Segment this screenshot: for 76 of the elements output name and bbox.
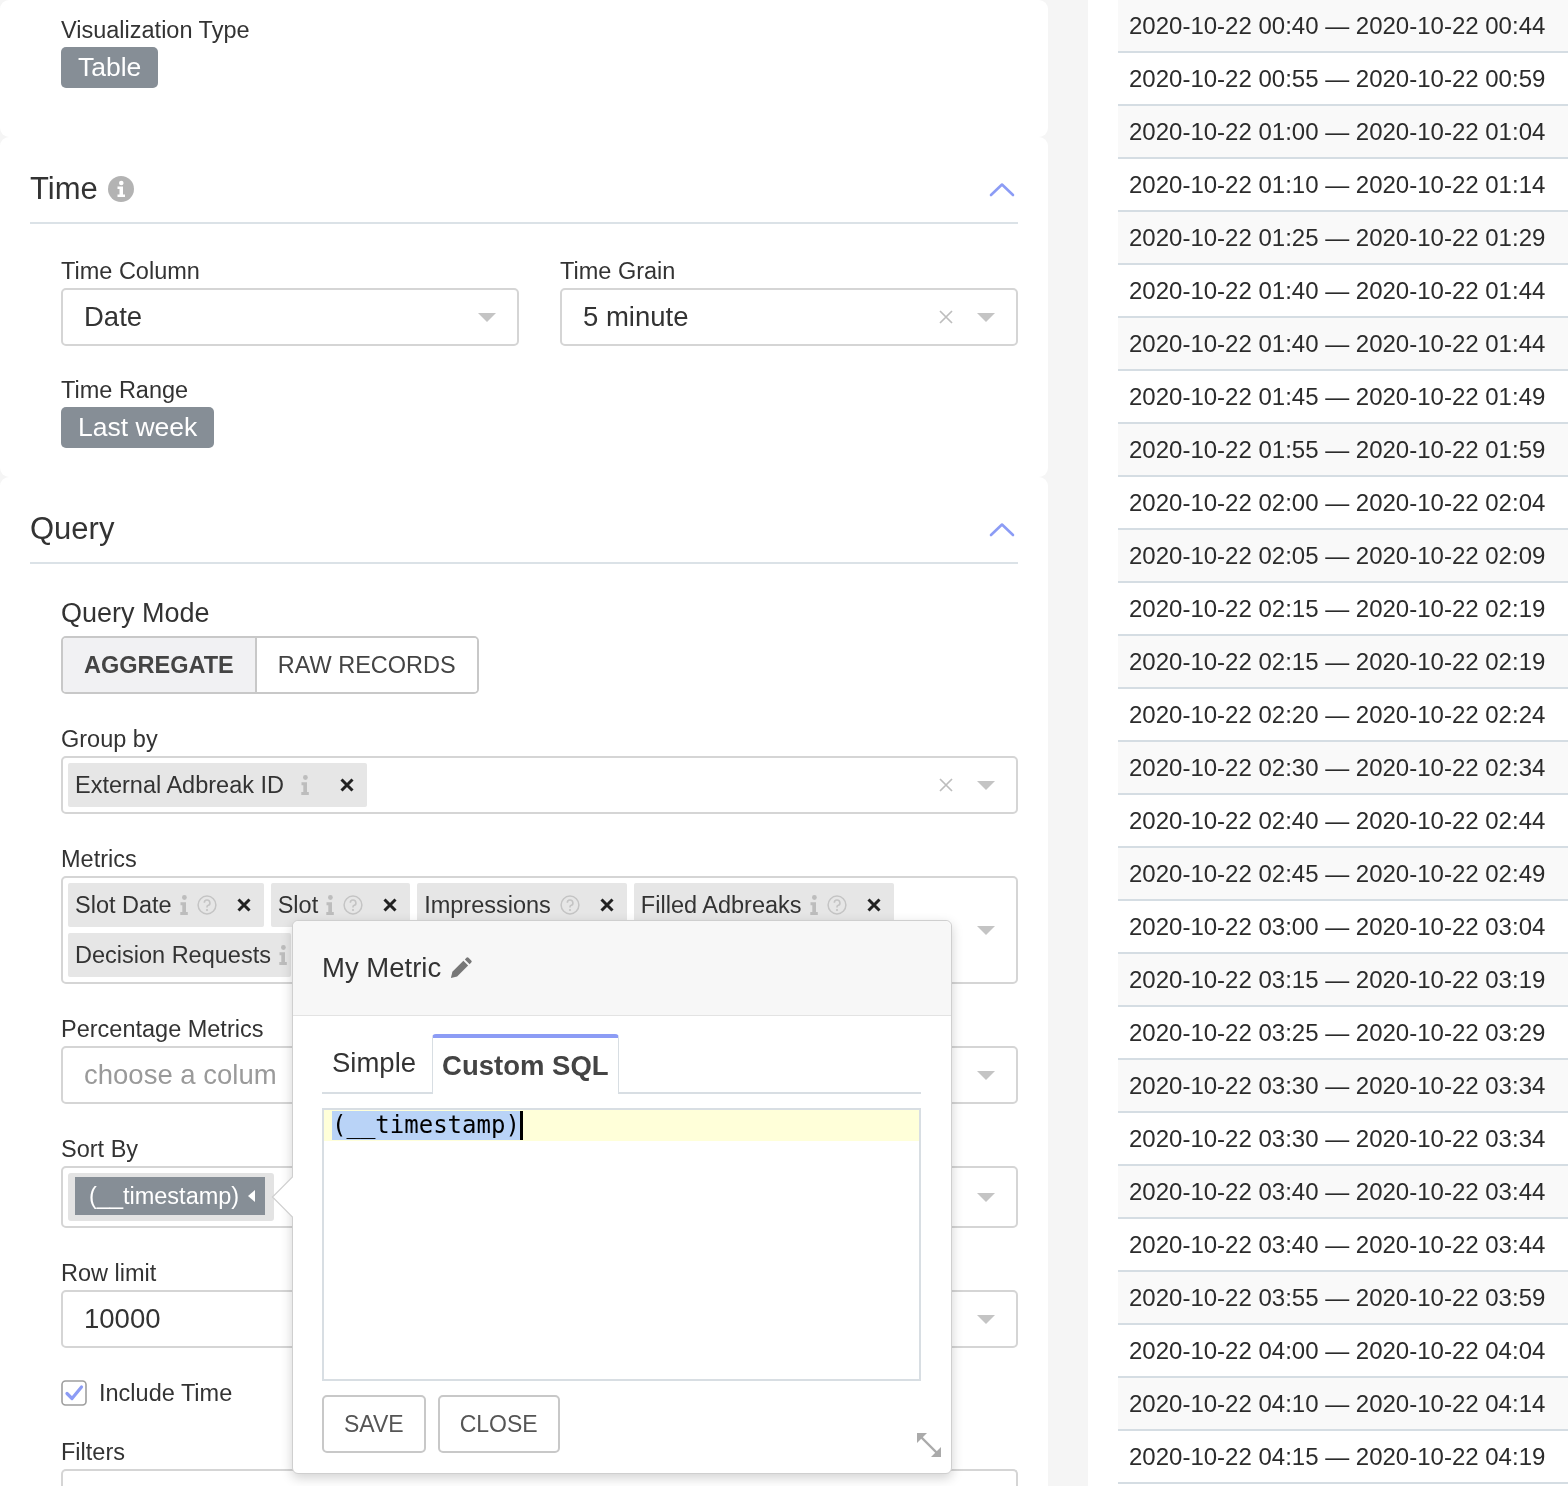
remove-icon[interactable] (236, 898, 251, 912)
caret-down-icon[interactable] (478, 312, 496, 322)
popover-title: My Metric (322, 951, 442, 985)
metric-tag[interactable]: Slot Date (68, 883, 264, 927)
table-cell: 2020-10-22 03:15 — 2020-10-22 03:19 (1118, 954, 1568, 1007)
caret-left-icon (248, 1190, 256, 1202)
table-cell: 2020-10-22 01:25 — 2020-10-22 01:29 (1118, 212, 1568, 265)
field-label: Filters (61, 1438, 125, 1466)
sql-text: (__timestamp) (332, 1111, 520, 1140)
text-cursor-icon (519, 1111, 523, 1140)
tag-label: (__timestamp) (89, 1182, 240, 1210)
section-title: Query (30, 510, 115, 548)
resize-icon[interactable] (917, 1433, 941, 1457)
query-mode-button[interactable]: RAW RECORDS (254, 638, 477, 692)
clear-icon[interactable] (939, 310, 953, 324)
remove-icon[interactable] (599, 898, 614, 912)
field-label: Time Column (61, 257, 200, 285)
caret-down-icon[interactable] (977, 1070, 995, 1080)
remove-icon[interactable] (340, 778, 354, 792)
checkbox[interactable] (61, 1380, 87, 1406)
pencil-icon[interactable] (450, 957, 473, 979)
tag-label: Impressions (424, 891, 551, 919)
select-value: 5 minute (583, 300, 689, 334)
table-cell: 2020-10-22 03:30 — 2020-10-22 03:34 (1118, 1060, 1568, 1113)
table-cell: 2020-10-22 02:45 — 2020-10-22 02:49 (1118, 848, 1568, 901)
table-cell: 2020-10-22 01:55 — 2020-10-22 01:59 (1118, 424, 1568, 477)
tag-label: Slot Date (75, 891, 172, 919)
remove-icon[interactable] (383, 898, 398, 912)
placeholder-text: choose a colum (84, 1058, 277, 1092)
field-label: Time Range (61, 376, 189, 404)
table-cell: 2020-10-22 03:55 — 2020-10-22 03:59 (1118, 1272, 1568, 1325)
field-label: Visualization Type (61, 16, 250, 44)
sql-editor[interactable]: (__timestamp) (322, 1108, 921, 1381)
chevron-up-icon[interactable] (989, 521, 1015, 537)
select-value: 10000 (84, 1302, 161, 1336)
query-mode-button[interactable]: AGGREGATE (63, 638, 255, 692)
field-label: Row limit (61, 1259, 157, 1287)
metric-tag[interactable]: Decision Requests (68, 933, 291, 977)
checkbox-label: Include Time (99, 1379, 233, 1407)
field-label: Percentage Metrics (61, 1015, 264, 1043)
section-title: Time (30, 170, 98, 208)
tag-label: External Adbreak ID (75, 771, 284, 799)
caret-down-icon[interactable] (977, 1314, 995, 1324)
table-cell: 2020-10-22 01:40 — 2020-10-22 01:44 (1118, 318, 1568, 371)
field-label: Time Grain (560, 257, 676, 285)
caret-down-icon[interactable] (977, 1192, 995, 1202)
tag-label: Slot (277, 891, 319, 919)
table-cell: 2020-10-22 04:10 — 2020-10-22 04:14 (1118, 1378, 1568, 1431)
popover-button[interactable]: SAVE (322, 1395, 426, 1453)
caret-down-icon[interactable] (977, 925, 995, 935)
tag-label: Filled Adbreaks (640, 891, 802, 919)
table-cell: 2020-10-22 00:40 — 2020-10-22 00:44 (1118, 0, 1568, 53)
remove-icon[interactable] (866, 898, 881, 912)
tag-label: Decision Requests (75, 941, 271, 969)
popover-button[interactable]: CLOSE (437, 1395, 560, 1453)
tab[interactable]: Custom SQL (432, 1034, 619, 1094)
table-cell: 2020-10-22 03:40 — 2020-10-22 03:44 (1118, 1166, 1568, 1219)
table-cell: 2020-10-22 02:30 — 2020-10-22 02:34 (1118, 742, 1568, 795)
caret-down-icon[interactable] (977, 312, 995, 322)
clear-icon[interactable] (939, 778, 953, 792)
chevron-up-icon[interactable] (989, 181, 1015, 197)
table-cell: 2020-10-22 04:15 — 2020-10-22 04:19 (1118, 1431, 1568, 1484)
table-cell: 2020-10-22 01:00 — 2020-10-22 01:04 (1118, 106, 1568, 159)
field-label: Sort By (61, 1135, 139, 1163)
time-column-select[interactable]: Date (61, 288, 519, 346)
table-cell: 2020-10-22 02:05 — 2020-10-22 02:09 (1118, 530, 1568, 583)
select-value: Date (84, 300, 143, 334)
column-tag[interactable]: External Adbreak ID (68, 763, 367, 807)
tab[interactable]: Simple (322, 1034, 433, 1092)
field-label: Group by (61, 725, 158, 753)
time-grain-select[interactable]: 5 minute (560, 288, 1018, 346)
field-label: Metrics (61, 845, 137, 873)
group-by-select[interactable]: External Adbreak ID (61, 756, 1018, 814)
caret-down-icon[interactable] (977, 780, 995, 790)
field-label: Query Mode (61, 597, 210, 629)
table-cell: 2020-10-22 02:15 — 2020-10-22 02:19 (1118, 636, 1568, 689)
